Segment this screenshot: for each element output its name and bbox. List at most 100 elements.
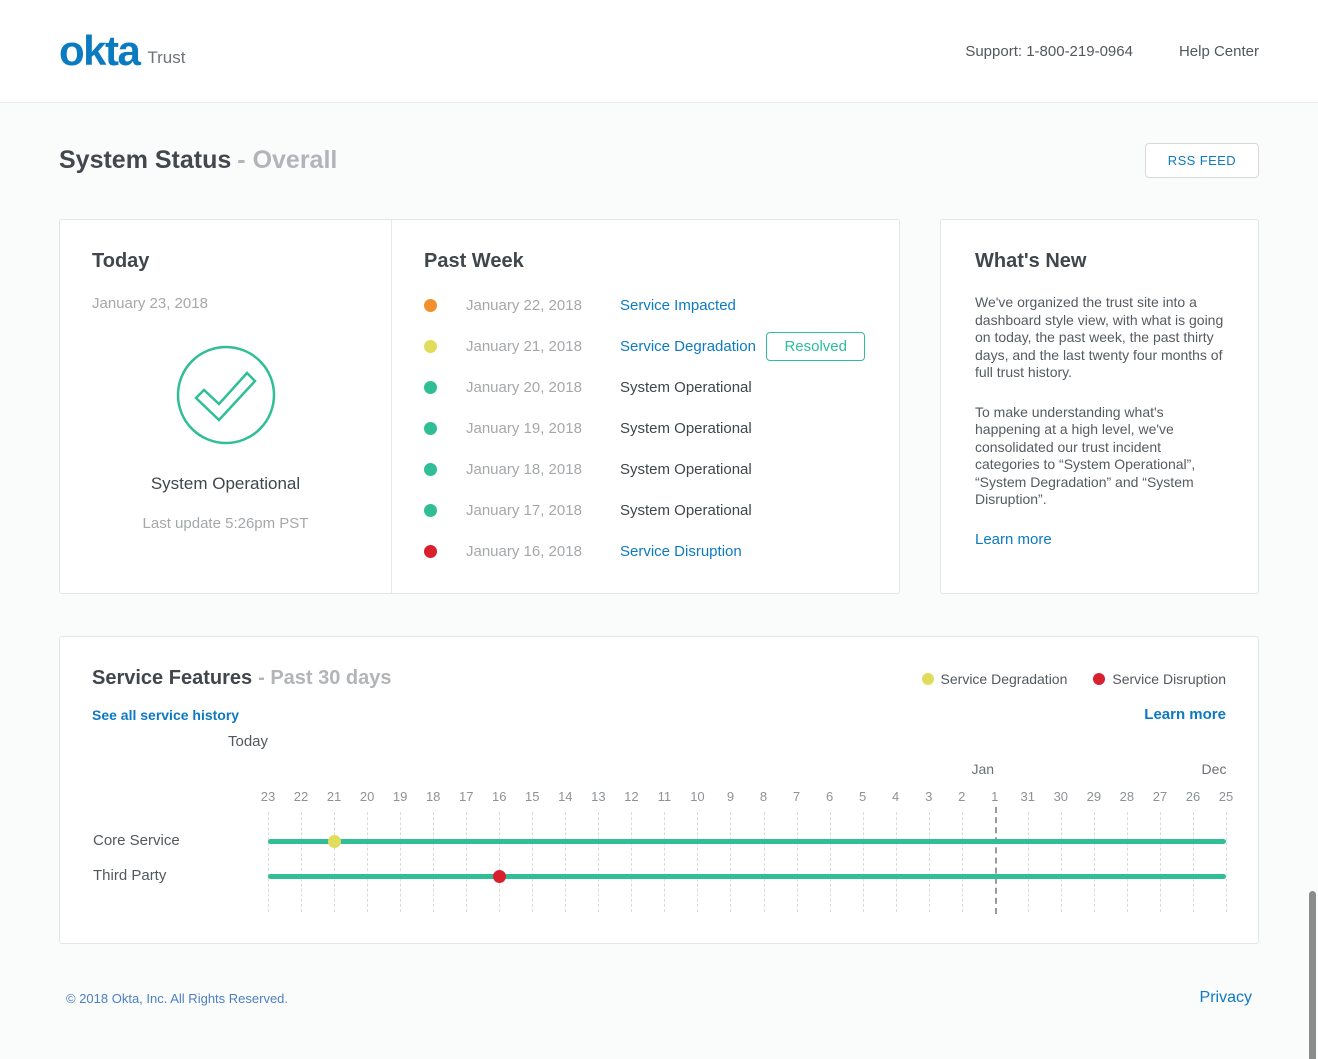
day-gridline: [830, 812, 831, 912]
main-content: System Status- Overall RSS FEED Today Ja…: [59, 143, 1259, 1007]
month-label: Dec: [1202, 761, 1227, 777]
support-phone-label: Support: 1-800-219-0964: [965, 43, 1133, 60]
day-tick-label: 26: [1186, 789, 1200, 804]
day-tick-label: 8: [760, 789, 767, 804]
day-gridline: [532, 812, 533, 912]
day-gridline: [565, 812, 566, 912]
incident-status: System Operational: [620, 379, 752, 396]
day-gridline: [367, 812, 368, 912]
vertical-scrollbar[interactable]: [1309, 891, 1316, 1059]
incident-status[interactable]: Service Disruption: [620, 543, 742, 560]
day-tick-label: 3: [925, 789, 932, 804]
day-gridline: [1061, 812, 1062, 912]
status-dot-icon: [424, 340, 437, 353]
day-gridline: [499, 812, 500, 912]
top-header: okta Trust Support: 1-800-219-0964 Help …: [0, 0, 1318, 103]
past-week-row: January 16, 2018Service Disruption: [424, 531, 867, 572]
okta-logo[interactable]: okta: [59, 32, 139, 70]
status-dot-icon: [424, 463, 437, 476]
day-gridline: [1160, 812, 1161, 912]
incident-date: January 22, 2018: [466, 297, 620, 314]
status-dot-icon: [424, 504, 437, 517]
day-gridline: [598, 812, 599, 912]
incident-status: System Operational: [620, 461, 752, 478]
day-tick-label: 30: [1054, 789, 1068, 804]
privacy-link[interactable]: Privacy: [1200, 989, 1252, 1007]
day-gridline: [1193, 812, 1194, 912]
service-features-learn-more-link[interactable]: Learn more: [1144, 706, 1226, 723]
day-gridline: [1094, 812, 1095, 912]
help-center-link[interactable]: Help Center: [1179, 43, 1259, 60]
service-features-links-row: See all service history Learn more: [92, 706, 1226, 723]
past-week-row: January 22, 2018Service Impacted: [424, 285, 867, 326]
day-gridline: [995, 807, 997, 914]
service-status-line: [268, 874, 1226, 879]
day-gridline: [301, 812, 302, 912]
day-gridline: [664, 812, 665, 912]
day-gridline: [1028, 812, 1029, 912]
whats-new-learn-more-link[interactable]: Learn more: [975, 531, 1052, 548]
day-tick-label: 10: [690, 789, 704, 804]
day-tick-label: 18: [426, 789, 440, 804]
today-date: January 23, 2018: [92, 295, 359, 312]
whats-new-paragraph-1: We've organized the trust site into a da…: [975, 294, 1224, 382]
today-panel: Today January 23, 2018 System Operationa…: [60, 220, 392, 593]
status-cards-row: Today January 23, 2018 System Operationa…: [59, 219, 1259, 594]
timeline-chart: Today 2322212019181716151413121110987654…: [92, 729, 1226, 925]
incident-status[interactable]: Service Degradation: [620, 338, 756, 355]
day-tick-label: 17: [459, 789, 473, 804]
past-week-row: January 19, 2018System Operational: [424, 408, 867, 449]
service-features-title-group: Service Features - Past 30 days: [92, 667, 392, 690]
day-tick-label: 28: [1120, 789, 1134, 804]
today-title: Today: [92, 250, 359, 273]
day-gridline: [1127, 812, 1128, 912]
status-dot-icon: [424, 381, 437, 394]
day-tick-label: 5: [859, 789, 866, 804]
disruption-dot-icon: [1093, 673, 1105, 685]
page-title: System Status: [59, 146, 231, 174]
past-week-list: January 22, 2018Service ImpactedJanuary …: [424, 285, 867, 572]
past-week-row: January 20, 2018System Operational: [424, 367, 867, 408]
logo-suffix-label: Trust: [147, 48, 185, 68]
incident-dot[interactable]: [328, 835, 341, 848]
day-tick-label: 9: [727, 789, 734, 804]
chart-legend: Service Degradation Service Disruption: [922, 671, 1226, 687]
day-tick-label: 11: [658, 789, 672, 804]
rss-feed-button[interactable]: RSS FEED: [1145, 143, 1259, 178]
day-tick-label: 25: [1219, 789, 1233, 804]
service-features-title: Service Features: [92, 667, 252, 689]
see-all-service-history-link[interactable]: See all service history: [92, 707, 239, 723]
copyright-label: © 2018 Okta, Inc. All Rights Reserved.: [66, 991, 288, 1006]
past-week-panel: Past Week January 22, 2018Service Impact…: [392, 220, 899, 593]
degradation-dot-icon: [922, 673, 934, 685]
day-tick-label: 2: [958, 789, 965, 804]
whats-new-title: What's New: [975, 250, 1224, 273]
page-title-row: System Status- Overall RSS FEED: [59, 143, 1259, 178]
service-features-title-suffix: - Past 30 days: [258, 667, 391, 689]
legend-item-disruption: Service Disruption: [1093, 671, 1226, 687]
incident-dot[interactable]: [493, 870, 506, 883]
day-gridline: [466, 812, 467, 912]
service-row-label: Core Service: [93, 832, 180, 849]
resolved-badge-button[interactable]: Resolved: [766, 332, 865, 361]
day-gridline: [631, 812, 632, 912]
day-tick-label: 21: [327, 789, 341, 804]
incident-status[interactable]: Service Impacted: [620, 297, 736, 314]
day-tick-label: 20: [360, 789, 374, 804]
day-tick-label: 19: [393, 789, 407, 804]
day-gridline: [1226, 812, 1227, 912]
whats-new-paragraph-2: To make understanding what's happening a…: [975, 404, 1224, 509]
incident-date: January 19, 2018: [466, 420, 620, 437]
day-tick-label: 6: [826, 789, 833, 804]
day-tick-label: 1: [991, 789, 998, 804]
day-tick-label: 16: [492, 789, 506, 804]
service-status-line: [268, 839, 1226, 844]
incident-date: January 18, 2018: [466, 461, 620, 478]
okta-trust-logo[interactable]: okta Trust: [59, 32, 185, 70]
day-tick-label: 7: [793, 789, 800, 804]
status-card: Today January 23, 2018 System Operationa…: [59, 219, 900, 594]
day-tick-label: 27: [1153, 789, 1167, 804]
page-footer: © 2018 Okta, Inc. All Rights Reserved. P…: [59, 989, 1259, 1007]
day-tick-label: 13: [591, 789, 605, 804]
status-dot-icon: [424, 545, 437, 558]
